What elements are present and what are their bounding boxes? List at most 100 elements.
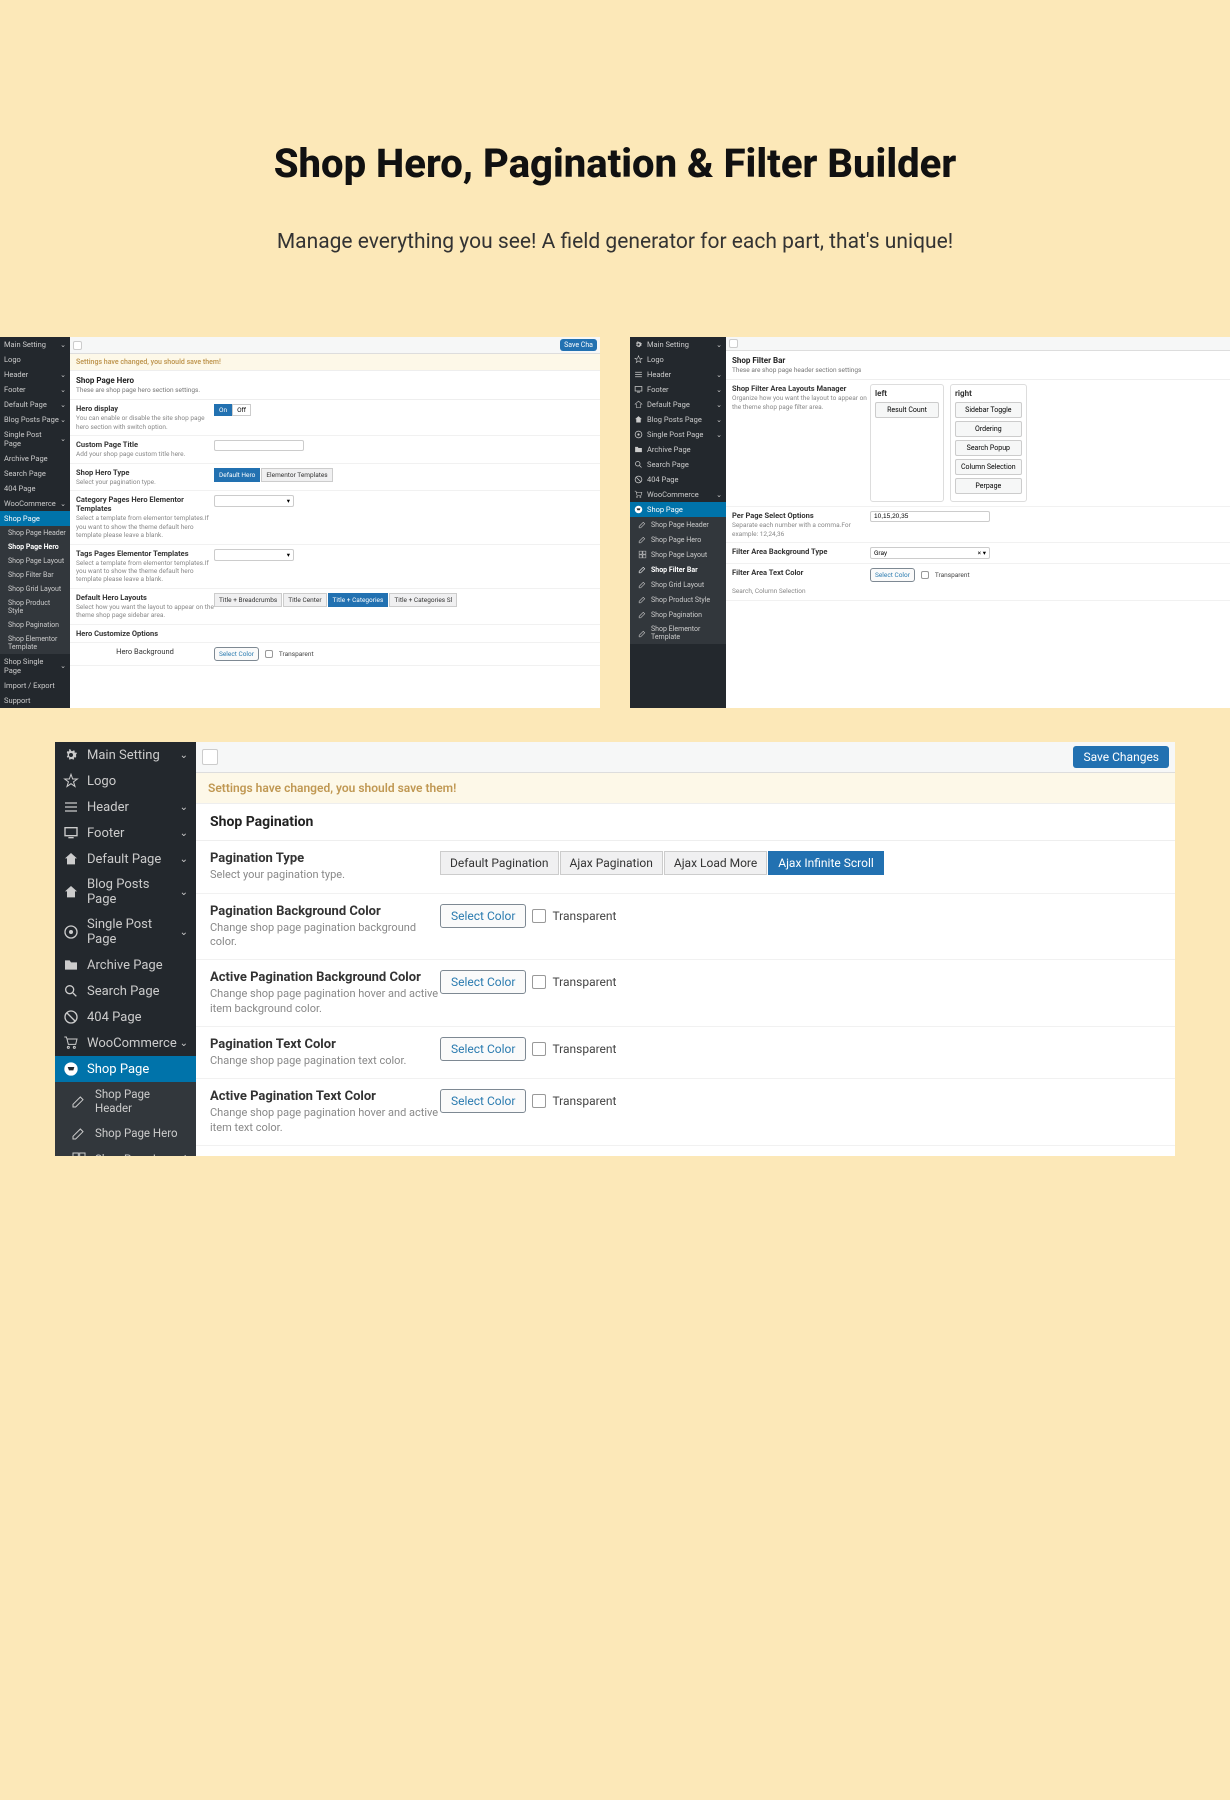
sidebar-item-shop-header[interactable]: Shop Page Header — [0, 526, 70, 540]
transparent-checkbox[interactable] — [532, 1094, 546, 1108]
sidebar-item-header[interactable]: Header⌄ — [0, 367, 70, 382]
cart-circle-icon — [634, 505, 643, 514]
sidebar-item-shop-product[interactable]: Shop Product Style — [630, 592, 726, 607]
save-button[interactable]: Save Cha — [560, 339, 597, 351]
layout-item[interactable]: Ordering — [955, 421, 1022, 437]
sidebar-item-single-post[interactable]: Single Post Page⌄ — [0, 427, 70, 451]
layout-item[interactable]: Result Count — [875, 402, 939, 418]
field-desc: Select your pagination type. — [76, 478, 214, 486]
sidebar-item-shop[interactable]: Shop Page — [55, 1056, 196, 1082]
hero-type-default[interactable]: Default Hero — [214, 468, 260, 482]
sidebar-item-logo[interactable]: Logo — [0, 352, 70, 367]
sidebar-item-default-page[interactable]: Default Page⌄ — [630, 397, 726, 412]
sidebar-item-shop-hero[interactable]: Shop Page Hero — [630, 532, 726, 547]
sidebar-item-single-post[interactable]: Single Post Page⌄ — [630, 427, 726, 442]
sidebar-item-woo[interactable]: WooCommerce⌄ — [0, 496, 70, 511]
sidebar-item-blog-posts[interactable]: Blog Posts Page⌄ — [55, 872, 196, 912]
transparent-checkbox[interactable] — [532, 1042, 546, 1056]
sidebar-item-main[interactable]: Main Setting⌄ — [0, 337, 70, 352]
sidebar-item-footer[interactable]: Footer⌄ — [55, 820, 196, 846]
pencil-icon — [638, 580, 647, 589]
sidebar-item-shop-hero[interactable]: Shop Page Hero — [0, 540, 70, 554]
sidebar-item-logo[interactable]: Logo — [630, 352, 726, 367]
transparent-checkbox[interactable] — [532, 909, 546, 923]
sidebar-item-header[interactable]: Header⌄ — [55, 794, 196, 820]
sidebar-item-default-page[interactable]: Default Page⌄ — [55, 846, 196, 872]
sidebar-item-search[interactable]: Search Page — [0, 466, 70, 481]
sidebar-item-shop-elementor[interactable]: Shop Elementor Template — [630, 622, 726, 644]
save-button[interactable]: Save Changes — [1073, 746, 1169, 768]
sidebar-item-shop-pagination[interactable]: Shop Pagination — [0, 618, 70, 632]
sidebar-item-shop-product[interactable]: Shop Product Style — [0, 596, 70, 618]
sidebar-item-search[interactable]: Search Page — [630, 457, 726, 472]
tag-template-select[interactable]: ▾ — [214, 549, 294, 561]
category-template-select[interactable]: ▾ — [214, 495, 294, 507]
expand-button[interactable] — [73, 341, 82, 350]
hero-type-group: Default HeroElementor Templates — [214, 468, 333, 482]
hero-display-toggle[interactable]: OnOff — [214, 404, 251, 416]
sidebar-item-import[interactable]: Import / Export — [0, 678, 70, 693]
sidebar-item-404[interactable]: 404 Page — [55, 1004, 196, 1030]
sidebar-item-logo[interactable]: Logo — [55, 768, 196, 794]
pag-ajax[interactable]: Ajax Pagination — [560, 851, 663, 875]
sidebar-item-shop-layout[interactable]: Shop Page Layout — [630, 547, 726, 562]
sidebar-item-shop-header[interactable]: Shop Page Header — [55, 1082, 196, 1120]
sidebar-item-404[interactable]: 404 Page — [630, 472, 726, 487]
sidebar-item-shop-hero[interactable]: Shop Page Hero — [55, 1120, 196, 1146]
hero-type-elementor[interactable]: Elementor Templates — [261, 468, 332, 482]
sidebar-item-shop-filter[interactable]: Shop Filter Bar — [630, 562, 726, 577]
page-subtitle: Manage everything you see! A field gener… — [180, 227, 1050, 257]
sidebar-item-shop-grid[interactable]: Shop Grid Layout — [0, 582, 70, 596]
sidebar-item-shop-filter[interactable]: Shop Filter Bar — [0, 568, 70, 582]
select-color-button[interactable]: Select Color — [440, 970, 526, 994]
sidebar-item-archive[interactable]: Archive Page — [630, 442, 726, 457]
sidebar-item-single-post[interactable]: Single Post Page⌄ — [55, 912, 196, 952]
sidebar-item-blog-posts[interactable]: Blog Posts Page⌄ — [0, 412, 70, 427]
sidebar-item-woo[interactable]: WooCommerce⌄ — [630, 487, 726, 502]
sidebar-item-shop-layout[interactable]: Shop Page Layout — [0, 554, 70, 568]
transparent-checkbox[interactable] — [532, 975, 546, 989]
layout-item[interactable]: Perpage — [955, 478, 1022, 494]
perpage-input[interactable] — [870, 511, 990, 522]
bg-type-select[interactable]: Gray× ▾ — [870, 547, 990, 559]
select-color-button[interactable]: Select Color — [870, 568, 915, 582]
select-color-button[interactable]: Select Color — [440, 1037, 526, 1061]
sidebar-item-shop-header[interactable]: Shop Page Header — [630, 517, 726, 532]
sidebar-item-main[interactable]: Main Setting⌄ — [630, 337, 726, 352]
sidebar-item-archive[interactable]: Archive Page — [0, 451, 70, 466]
sidebar-item-shop-pagination[interactable]: Shop Pagination — [630, 607, 726, 622]
select-color-button[interactable]: Select Color — [440, 904, 526, 928]
sidebar-item-woo[interactable]: WooCommerce⌄ — [55, 1030, 196, 1056]
sidebar-item-shop[interactable]: Shop Page — [630, 502, 726, 517]
sidebar-item-404[interactable]: 404 Page — [0, 481, 70, 496]
sidebar-item-shop[interactable]: Shop Page — [0, 511, 70, 526]
sidebar-item-shop-single[interactable]: Shop Single Page⌄ — [0, 654, 70, 678]
sidebar-item-archive[interactable]: Archive Page — [55, 952, 196, 978]
gear-icon — [63, 747, 79, 763]
layout-item[interactable]: Sidebar Toggle — [955, 402, 1022, 418]
expand-button[interactable] — [202, 749, 218, 765]
transparent-checkbox[interactable] — [921, 571, 929, 579]
sidebar-item-search[interactable]: Search Page — [55, 978, 196, 1004]
sidebar-item-header[interactable]: Header⌄ — [630, 367, 726, 382]
transparent-checkbox[interactable] — [265, 650, 273, 658]
expand-button[interactable] — [729, 339, 738, 348]
custom-title-input[interactable] — [214, 440, 304, 451]
layout-item[interactable]: Search Popup — [955, 440, 1022, 456]
layout-item[interactable]: Column Selection — [955, 459, 1022, 475]
field-desc: Change shop page pagination hover and ac… — [210, 1106, 440, 1135]
sidebar-item-footer[interactable]: Footer⌄ — [630, 382, 726, 397]
select-color-button[interactable]: Select Color — [440, 1089, 526, 1113]
sidebar-item-default-page[interactable]: Default Page⌄ — [0, 397, 70, 412]
sidebar-item-footer[interactable]: Footer⌄ — [0, 382, 70, 397]
sidebar-item-blog-posts[interactable]: Blog Posts Page⌄ — [630, 412, 726, 427]
pag-infinite[interactable]: Ajax Infinite Scroll — [768, 851, 884, 875]
sidebar-item-shop-grid[interactable]: Shop Grid Layout — [630, 577, 726, 592]
sidebar-item-shop-elementor[interactable]: Shop Elementor Template — [0, 632, 70, 654]
select-color-button[interactable]: Select Color — [214, 647, 259, 661]
sidebar-item-main[interactable]: Main Setting⌄ — [55, 742, 196, 768]
pag-default[interactable]: Default Pagination — [440, 851, 559, 875]
sidebar-item-shop-layout[interactable]: Shop Page Layout — [55, 1146, 196, 1156]
pag-loadmore[interactable]: Ajax Load More — [664, 851, 767, 875]
sidebar-item-support[interactable]: Support — [0, 693, 70, 708]
